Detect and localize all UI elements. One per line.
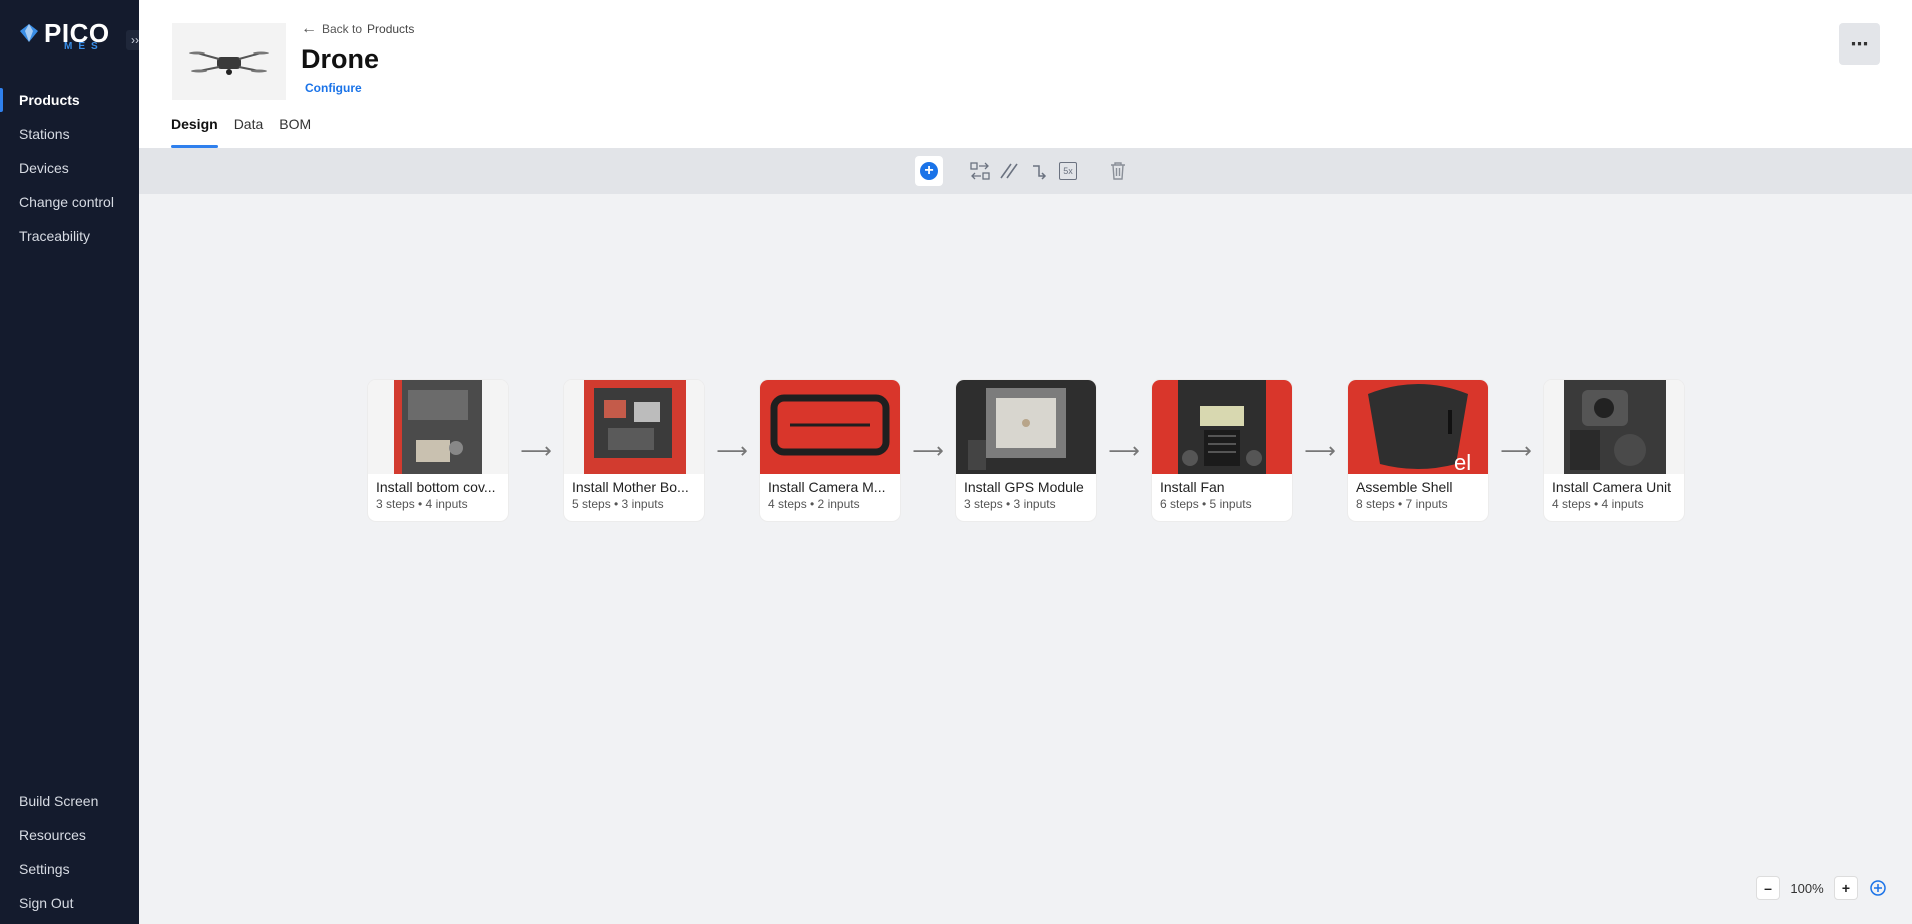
fit-view-button[interactable] [1866,876,1890,900]
zoom-level: 100% [1790,880,1824,896]
station-flow: Install bottom cov... 3 steps • 4 inputs… [368,380,1684,521]
add-station-button[interactable]: + [915,156,943,186]
delete-button[interactable] [1105,158,1131,184]
sidebar-bottom-nav: Build Screen Resources Settings Sign Out [0,784,139,920]
sidebar-item-settings[interactable]: Settings [0,852,139,886]
arrow-right-icon: ⟶ [716,437,748,463]
repeat-button[interactable]: 5x [1055,158,1081,184]
sidebar-item-label: Resources [19,827,86,843]
station-meta: 4 steps • 4 inputs [1552,497,1644,511]
sidebar-item-label: Build Screen [19,793,99,809]
back-link-target: Products [367,22,415,36]
product-thumbnail [172,23,286,100]
station-card[interactable]: Install GPS Module 3 steps • 3 inputs [956,380,1096,521]
station-image [368,380,508,474]
zoom-in-button[interactable]: + [1834,876,1858,900]
sidebar-item-sign-out[interactable]: Sign Out [0,886,139,920]
station-title: Install Mother Bo... [572,479,689,495]
parallel-button[interactable] [996,158,1022,184]
tab-bar: Design Data BOM [171,112,311,148]
station-meta: 4 steps • 2 inputs [768,497,860,511]
tab-data[interactable]: Data [234,112,264,148]
station-card[interactable]: Install Mother Bo... 5 steps • 3 inputs [564,380,704,521]
swap-icon [970,162,990,180]
sidebar-item-label: Traceability [19,228,91,244]
zoom-controls: – 100% + [1756,876,1890,900]
station-image [1544,380,1684,474]
logo-subtext: MES [64,41,104,52]
station-title: Install Fan [1160,479,1225,495]
station-card[interactable]: Install Fan 6 steps • 5 inputs [1152,380,1292,521]
arrow-right-icon: ⟶ [912,437,944,463]
station-meta: 6 steps • 5 inputs [1160,497,1252,511]
station-image [564,380,704,474]
configure-link[interactable]: Configure [305,81,362,95]
station-image: el [1348,380,1488,474]
station-card[interactable]: el Assemble Shell 8 steps • 7 inputs [1348,380,1488,521]
sidebar-item-products[interactable]: Products [0,83,139,117]
sidebar-nav: Products Stations Devices Change control… [0,83,139,253]
station-image [956,380,1096,474]
back-to-products-link[interactable]: ← Back to Products [301,20,414,38]
pico-logo[interactable]: PICO MES [18,20,110,52]
station-title: Install GPS Module [964,479,1084,495]
ellipsis-icon: ⋯ [1850,33,1869,54]
sidebar-item-traceability[interactable]: Traceability [0,219,139,253]
station-title: Install Camera M... [768,479,886,495]
back-link-prefix: Back to [322,22,363,36]
double-chevron-right-icon: ›› [131,33,139,47]
more-options-button[interactable]: ⋯ [1839,23,1880,65]
repeat-icon: 5x [1059,162,1077,180]
sidebar-item-stations[interactable]: Stations [0,117,139,151]
sidebar-item-build-screen[interactable]: Build Screen [0,784,139,818]
connector-button[interactable] [1026,158,1052,184]
drone-image [189,51,269,75]
page-header: ← Back to Products Drone Configure ⋯ Des… [139,0,1912,148]
sidebar-item-label: Stations [19,126,70,142]
sidebar-item-label: Products [19,92,80,108]
tab-design[interactable]: Design [171,112,218,148]
arrow-right-icon: ⟶ [1304,437,1336,463]
station-image [1152,380,1292,474]
arrow-right-icon: ⟶ [1500,437,1532,463]
station-meta: 8 steps • 7 inputs [1356,497,1448,511]
crosshair-icon [1870,880,1886,896]
station-meta: 5 steps • 3 inputs [572,497,664,511]
station-meta: 3 steps • 4 inputs [376,497,468,511]
design-canvas[interactable]: Install bottom cov... 3 steps • 4 inputs… [139,194,1912,924]
connector-icon [1033,165,1047,180]
sidebar: PICO MES ›› Products Stations Devices Ch… [0,0,144,924]
sidebar-item-label: Devices [19,160,69,176]
sidebar-item-devices[interactable]: Devices [0,151,139,185]
sidebar-item-change-control[interactable]: Change control [0,185,139,219]
station-card[interactable]: Install Camera Unit 4 steps • 4 inputs [1544,380,1684,521]
station-card[interactable]: Install bottom cov... 3 steps • 4 inputs [368,380,508,521]
sidebar-item-label: Sign Out [19,895,74,911]
svg-text:el: el [1454,450,1471,474]
station-image [760,380,900,474]
station-title: Install Camera Unit [1552,479,1672,495]
sidebar-item-resources[interactable]: Resources [0,818,139,852]
station-card[interactable]: Install Camera M... 4 steps • 2 inputs [760,380,900,521]
station-title: Install bottom cov... [376,479,496,495]
diamond-icon [20,24,38,42]
tab-bom[interactable]: BOM [279,112,311,148]
arrow-left-icon: ← [301,20,317,37]
parallel-icon [1000,163,1018,179]
sidebar-item-label: Change control [19,194,114,210]
design-toolbar: + 5x [139,148,1912,194]
add-icon: + [920,162,938,180]
station-meta: 3 steps • 3 inputs [964,497,1056,511]
arrow-right-icon: ⟶ [1108,437,1140,463]
zoom-out-button[interactable]: – [1756,876,1780,900]
arrow-right-icon: ⟶ [520,437,552,463]
page-title: Drone [301,44,380,74]
swap-button[interactable] [967,158,993,184]
station-title: Assemble Shell [1356,479,1453,495]
trash-icon [1111,162,1125,180]
sidebar-item-label: Settings [19,861,70,877]
